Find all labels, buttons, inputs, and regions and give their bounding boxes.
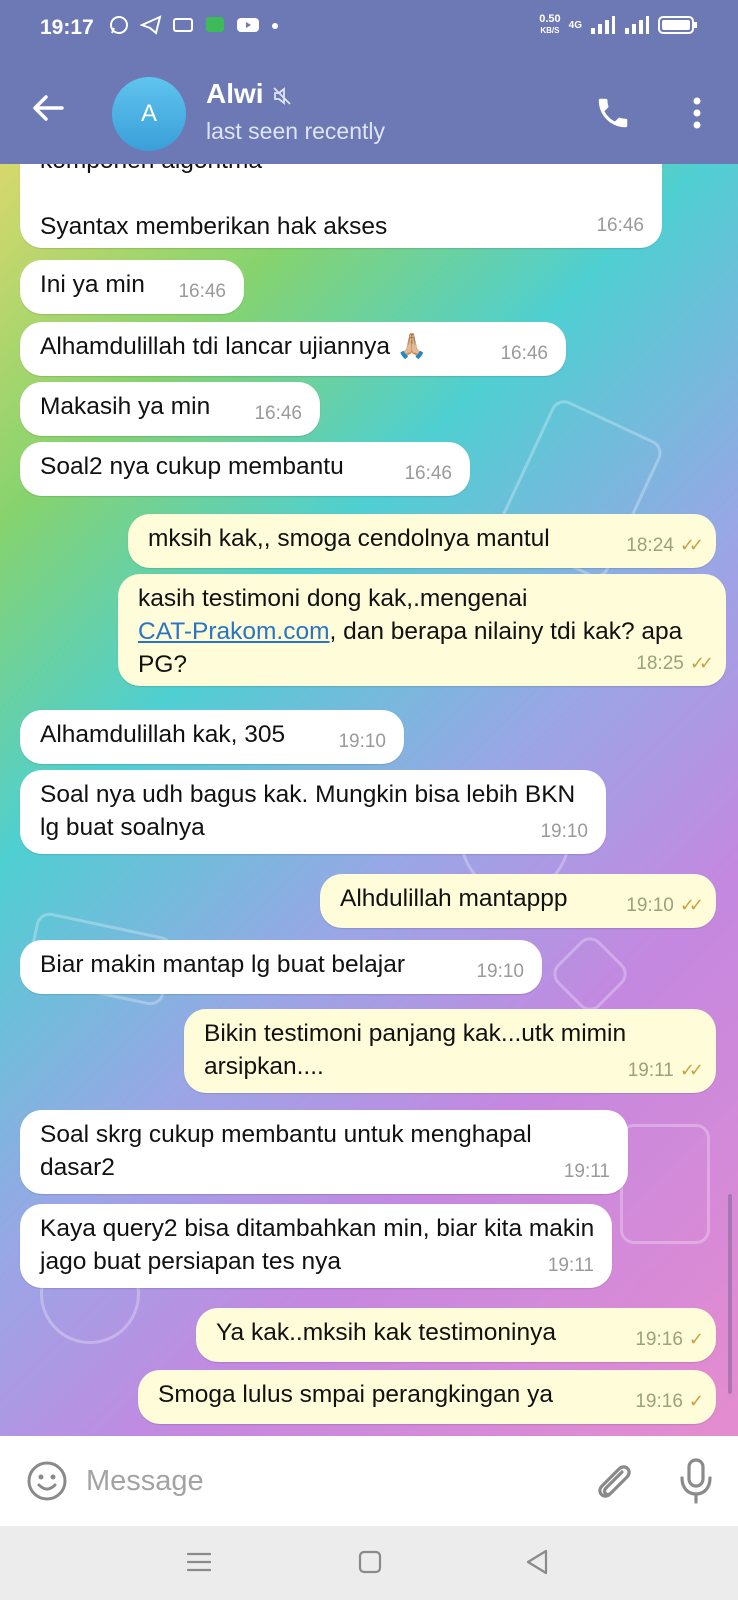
message-time: 19:10 (626, 895, 674, 916)
message-input[interactable] (86, 1456, 566, 1506)
chat-status: last seen recently (206, 118, 385, 144)
recent-apps-icon[interactable] (186, 1550, 212, 1574)
message-time: 19:11 (563, 1161, 610, 1182)
message-bubble-incoming[interactable]: Alhamdulillah tdi lancar ujiannya 🙏🏼 16:… (20, 322, 566, 376)
sent-check-icon: ✓ (688, 1391, 704, 1411)
message-text: Kaya query2 bisa ditambahkan min, biar k… (40, 1215, 595, 1275)
message-text: Ini ya min (40, 271, 145, 298)
arrow-left-icon[interactable] (28, 88, 68, 128)
sent-check-icon: ✓ (688, 1329, 704, 1349)
network-speed: 0.50 KB/S (539, 13, 561, 36)
more-vertical-icon[interactable] (682, 94, 712, 132)
background-doodle (547, 931, 633, 1017)
message-text: Makasih ya min (40, 393, 211, 420)
message-time: 16:46 (596, 215, 644, 236)
emoji-icon[interactable] (26, 1460, 68, 1502)
message-bubble-incoming[interactable]: Biar makin mantap lg buat belajar 19:10 (20, 940, 542, 994)
message-text: Soal nya udh bagus kak. Mungkin bisa leb… (40, 781, 576, 841)
network-type: 4G (568, 19, 582, 31)
message-bubble-incoming[interactable]: Alhamdulillah kak, 305 19:10 (20, 710, 404, 764)
chat-title[interactable]: Alwi (206, 78, 264, 110)
message-link[interactable]: CAT-Prakom.com (138, 618, 330, 645)
message-time: 19:11 (547, 1255, 594, 1276)
read-check-icon: ✓✓ (679, 535, 704, 555)
message-bubble-incoming[interactable]: Kaya query2 bisa ditambahkan min, biar k… (20, 1204, 612, 1288)
signal-icon-2 (625, 16, 649, 34)
message-time: 18:25 (636, 653, 684, 674)
youtube-icon (237, 18, 259, 32)
message-time: 19:16 (635, 1329, 683, 1350)
scrollbar[interactable] (728, 1194, 732, 1394)
message-bubble-incoming[interactable]: Soal2 nya cukup membantu 16:46 (20, 442, 470, 496)
card-icon (173, 18, 193, 32)
message-text: Smoga lulus smpai perangkingan ya (158, 1381, 553, 1408)
message-bubble-outgoing[interactable]: mksih kak,, smoga cendolnya mantul 18:24… (128, 514, 716, 568)
phone-icon[interactable] (594, 94, 632, 132)
message-bubble-outgoing[interactable]: kasih testimoni dong kak,.mengenai CAT-P… (118, 574, 726, 686)
message-time: 16:46 (404, 463, 452, 484)
avatar[interactable]: A (112, 77, 186, 151)
paperclip-icon[interactable] (592, 1458, 634, 1504)
message-bubble-incoming[interactable]: komponen algoritma Syantax memberikan ha… (20, 164, 662, 248)
message-time: 19:10 (476, 961, 524, 982)
message-text: Alhdulillah mantappp (340, 885, 568, 912)
home-icon[interactable] (358, 1550, 382, 1574)
message-bubble-outgoing[interactable]: Bikin testimoni panjang kak...utk mimin … (184, 1009, 716, 1093)
status-time: 19:17 (40, 16, 94, 39)
message-text: Alhamdulillah tdi lancar ujiannya 🙏🏼 (40, 333, 428, 360)
notification-icons (108, 14, 280, 36)
message-bubble-incoming[interactable]: Makasih ya min 16:46 (20, 382, 320, 436)
read-check-icon: ✓✓ (679, 895, 704, 915)
dot-icon (272, 23, 278, 29)
message-text: komponen algoritma Syantax memberikan ha… (40, 164, 388, 240)
system-status-icons: 0.50 KB/S 4G (539, 14, 698, 36)
message-time: 19:10 (338, 731, 386, 752)
message-time: 19:10 (540, 821, 588, 842)
message-time: 16:46 (500, 343, 548, 364)
telegram-icon (140, 15, 162, 35)
system-navigation-bar (0, 1526, 738, 1600)
message-text: mksih kak,, smoga cendolnya mantul (148, 525, 550, 552)
messages-icon (206, 17, 224, 32)
signal-icon (591, 16, 615, 34)
message-bubble-outgoing[interactable]: Ya kak..mksih kak testimoninya 19:16 ✓ (196, 1308, 716, 1362)
message-text: Soal skrg cukup membantu untuk menghapal… (40, 1121, 532, 1181)
message-time: 16:46 (254, 403, 302, 424)
message-time: 19:16 (635, 1391, 683, 1412)
message-bubble-incoming[interactable]: Soal skrg cukup membantu untuk menghapal… (20, 1110, 628, 1194)
microphone-icon[interactable] (676, 1456, 716, 1506)
message-text: Biar makin mantap lg buat belajar (40, 951, 405, 978)
message-text: Soal2 nya cukup membantu (40, 453, 344, 480)
read-check-icon: ✓✓ (689, 653, 714, 673)
background-doodle (620, 1124, 710, 1244)
muted-speaker-icon (273, 87, 291, 105)
message-text: Ya kak..mksih kak testimoninya (216, 1319, 556, 1346)
whatsapp-icon (110, 16, 128, 34)
message-bubble-outgoing[interactable]: Alhdulillah mantappp 19:10 ✓✓ (320, 874, 716, 928)
battery-icon (658, 16, 697, 34)
read-check-icon: ✓✓ (679, 1060, 704, 1080)
status-bar: 19:17 0.50 KB/S 4G (0, 0, 738, 56)
message-time: 16:46 (178, 281, 226, 302)
chat-header: A Alwi last seen recently (0, 56, 738, 164)
message-composer (0, 1436, 738, 1526)
message-time: 19:11 (627, 1060, 674, 1081)
back-triangle-icon[interactable] (524, 1548, 550, 1576)
chat-messages[interactable]: komponen algoritma Syantax memberikan ha… (0, 164, 738, 1436)
message-text: Alhamdulillah kak, 305 (40, 721, 286, 748)
message-bubble-incoming[interactable]: Ini ya min 16:46 (20, 260, 244, 314)
message-time: 18:24 (626, 535, 674, 556)
message-text: kasih testimoni dong kak,.mengenai (138, 585, 528, 612)
message-bubble-outgoing[interactable]: Smoga lulus smpai perangkingan ya 19:16 ✓ (138, 1370, 716, 1424)
message-bubble-incoming[interactable]: Soal nya udh bagus kak. Mungkin bisa leb… (20, 770, 606, 854)
